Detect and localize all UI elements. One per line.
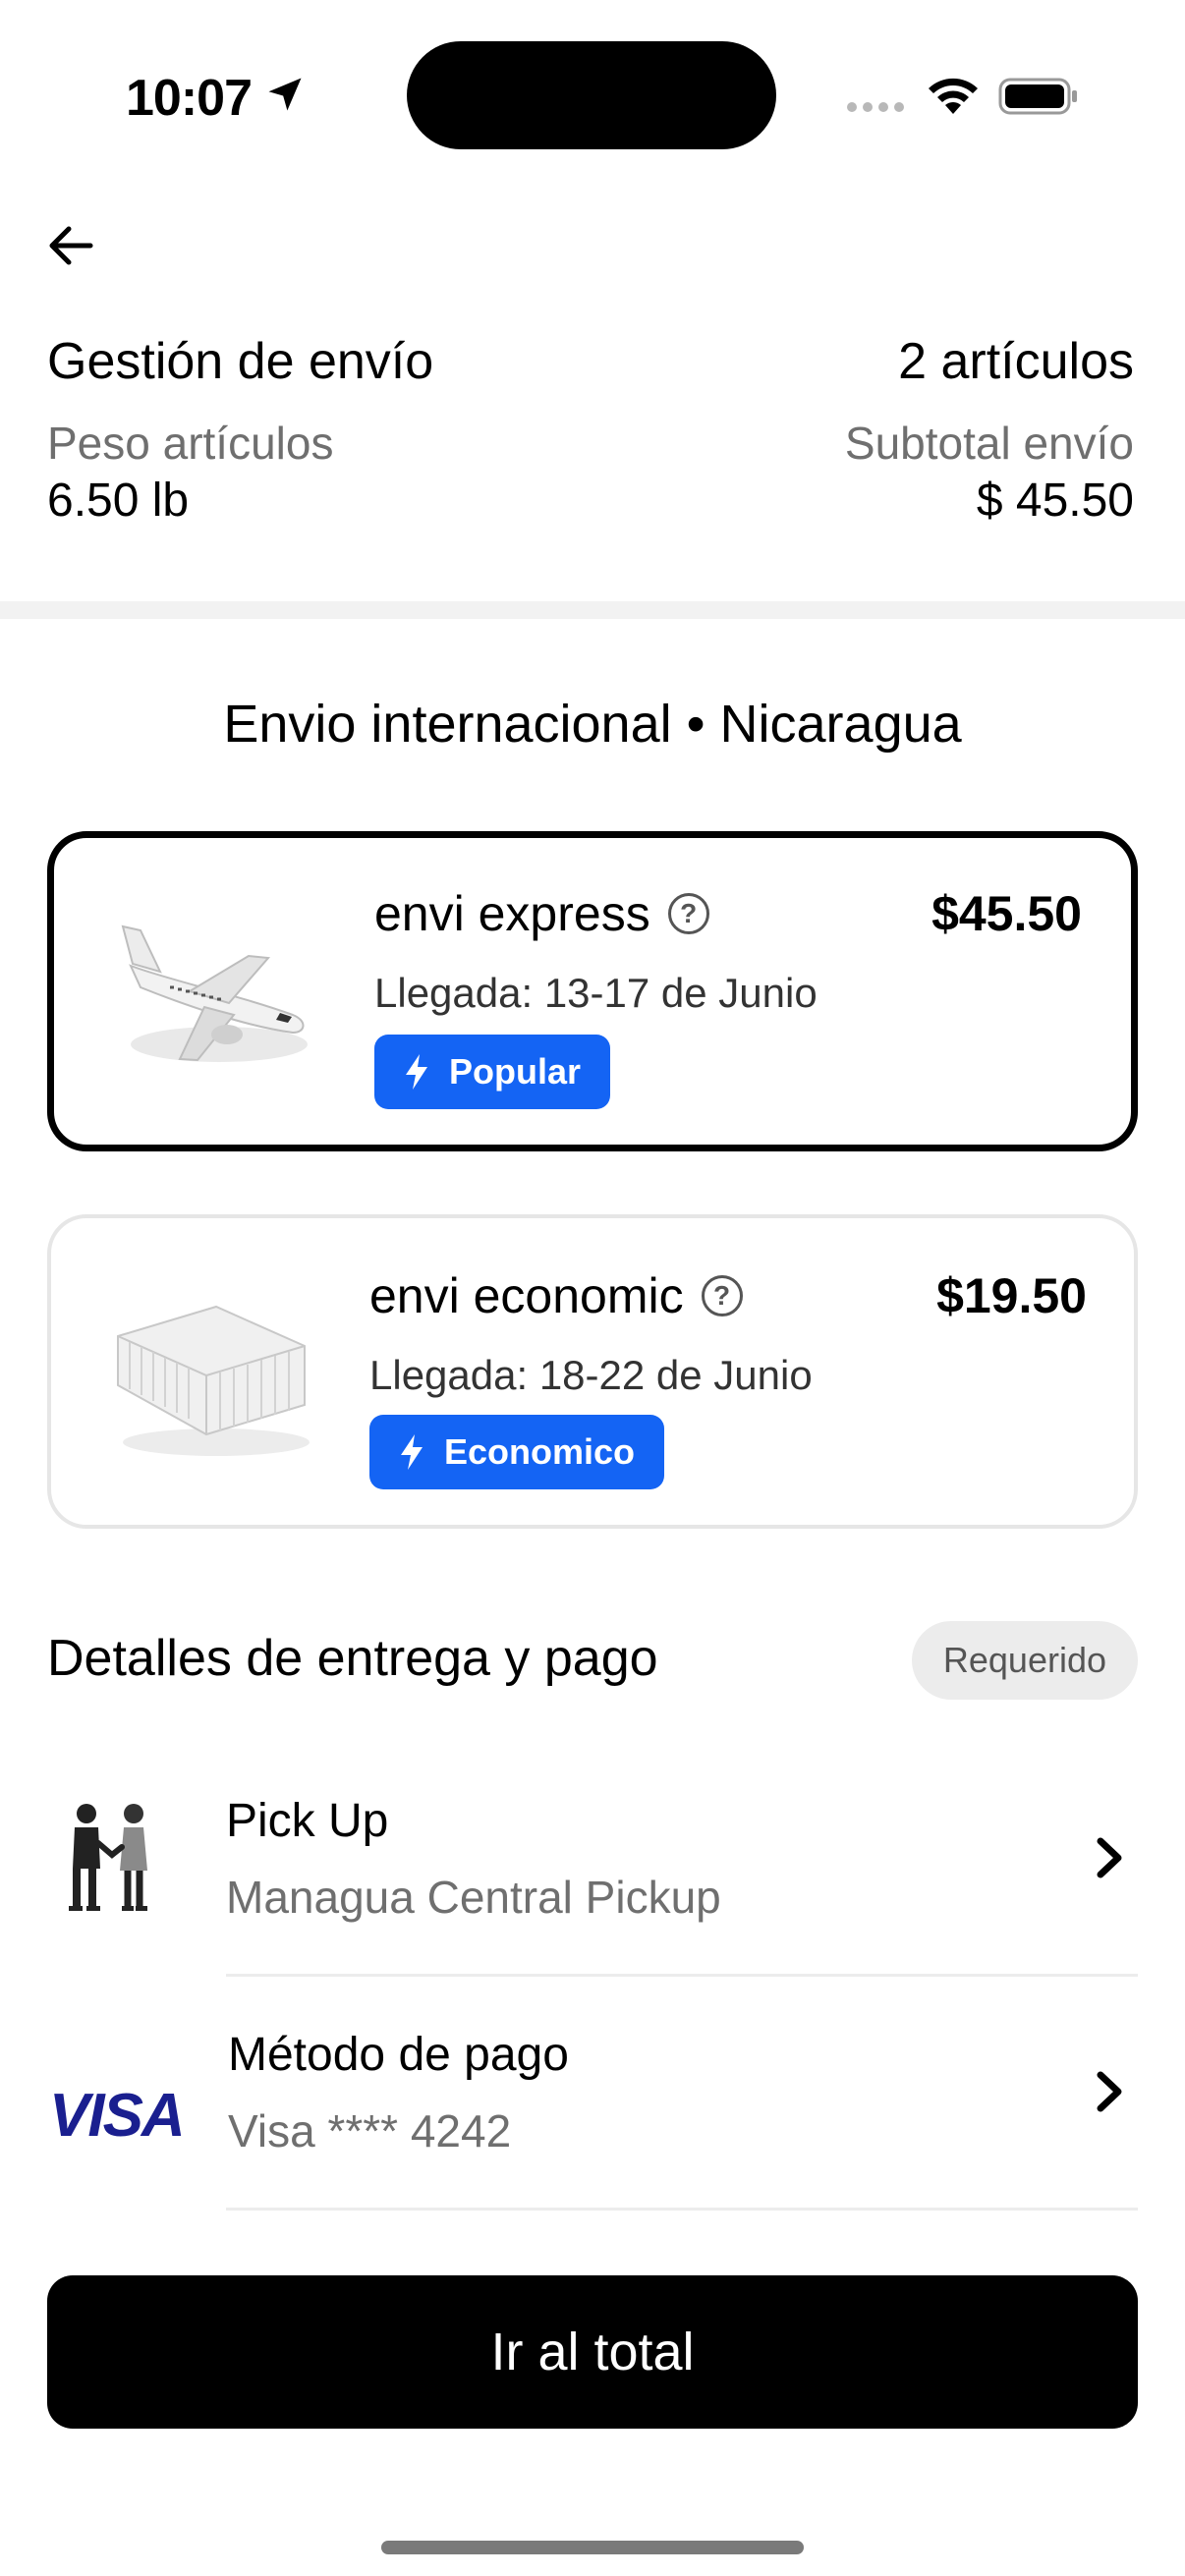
battery-icon — [998, 78, 1077, 115]
lightning-bolt-icon — [406, 1054, 427, 1090]
subtotal-value: $ 45.50 — [976, 475, 1134, 527]
visa-logo: VISA — [49, 2082, 186, 2150]
pickup-row[interactable]: Pick Up Managua Central Pickup — [0, 1743, 1185, 1977]
badge-label: Economico — [444, 1431, 636, 1472]
airplane-icon — [121, 924, 308, 1062]
option-eta: Llegada: 13-17 de Junio — [374, 970, 818, 1016]
location-arrow-icon — [268, 78, 302, 111]
home-indicator[interactable] — [381, 2541, 804, 2554]
pickup-title: Pick Up — [226, 1795, 389, 1847]
wifi-icon — [929, 78, 978, 114]
go-to-total-button[interactable]: Ir al total — [47, 2275, 1138, 2429]
page-title: Gestión de envío — [47, 333, 434, 390]
popular-badge: Popular — [374, 1035, 611, 1109]
payment-method-row[interactable]: VISA Método de pago Visa **** 4242 — [0, 1977, 1185, 2211]
items-count: 2 artículos — [898, 333, 1134, 390]
shipping-heading: Envio internacional • Nicaragua — [223, 695, 962, 754]
subtotal-label: Subtotal envío — [844, 418, 1134, 469]
option-name-row: envi express ? — [374, 885, 709, 942]
chevron-right-icon — [1097, 1837, 1122, 1878]
option-name: envi economic — [369, 1268, 684, 1323]
row-divider — [226, 2208, 1138, 2211]
weight-label: Peso artículos — [47, 418, 334, 469]
payment-card: Visa **** 4242 — [228, 2105, 512, 2156]
payment-title: Método de pago — [228, 2029, 569, 2081]
required-badge: Requerido — [911, 1621, 1138, 1700]
badge-label: Popular — [449, 1051, 582, 1092]
chevron-right-icon — [1097, 2071, 1122, 2112]
option-price: $19.50 — [936, 1268, 1087, 1323]
shipping-option-express[interactable]: envi express ? $45.50 Llegada: 13-17 de … — [47, 831, 1138, 1151]
status-bar: 10:07 — [0, 0, 1185, 187]
delivery-payment-title: Detalles de entrega y pago — [47, 1630, 658, 1687]
weight-value: 6.50 lb — [47, 475, 190, 527]
cellular-signal-icon — [847, 102, 904, 112]
economico-badge: Economico — [369, 1415, 665, 1489]
help-icon[interactable]: ? — [701, 1275, 743, 1316]
container-icon — [117, 1305, 310, 1456]
option-eta: Llegada: 18-22 de Junio — [369, 1352, 813, 1398]
shipping-option-economic[interactable]: envi economic ? $19.50 Llegada: 18-22 de… — [47, 1214, 1138, 1529]
option-name-row: envi economic ? — [369, 1267, 743, 1324]
status-time: 10:07 — [126, 70, 253, 127]
help-icon[interactable]: ? — [667, 893, 709, 934]
back-arrow-icon[interactable] — [43, 218, 98, 273]
handshake-icon — [69, 1804, 147, 1911]
pickup-location: Managua Central Pickup — [226, 1872, 721, 1923]
dynamic-island — [407, 41, 776, 149]
option-price: $45.50 — [931, 886, 1082, 941]
lightning-bolt-icon — [401, 1434, 423, 1470]
option-name: envi express — [374, 886, 650, 941]
section-divider — [0, 601, 1185, 619]
